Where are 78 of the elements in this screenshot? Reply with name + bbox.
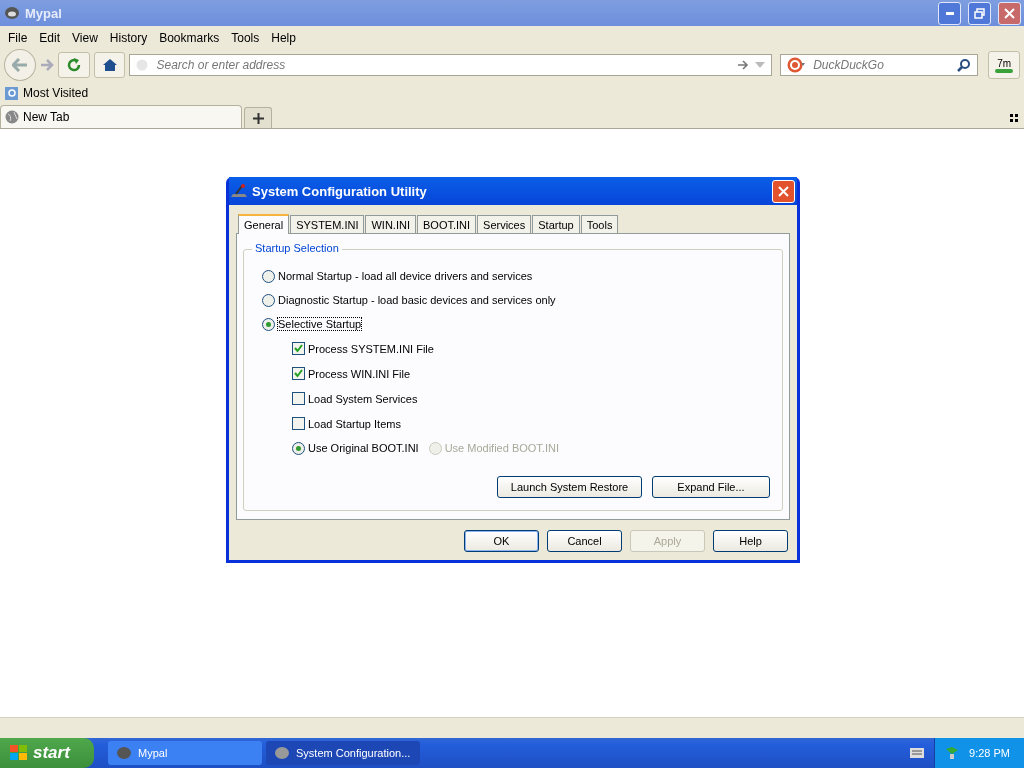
home-icon xyxy=(101,58,118,72)
bookmark-folder-icon xyxy=(4,85,19,101)
option-label: Selective Startup xyxy=(278,318,362,330)
tab-list-icon[interactable] xyxy=(1010,114,1018,122)
menu-item[interactable]: File xyxy=(2,31,34,45)
new-tab-button[interactable] xyxy=(244,107,272,128)
radio-button[interactable] xyxy=(262,293,275,307)
restore-button[interactable] xyxy=(968,1,991,25)
menu-item[interactable]: Tools xyxy=(225,31,266,45)
app-icon xyxy=(116,746,132,760)
reload-icon xyxy=(66,58,81,72)
restore-icon xyxy=(974,7,985,19)
menu-item[interactable]: Edit xyxy=(33,31,67,45)
action-button[interactable]: Expand File... xyxy=(652,476,770,498)
search-field[interactable]: DuckDuckGo xyxy=(780,54,979,76)
close-icon xyxy=(778,185,789,197)
address-field[interactable]: Search or enter address xyxy=(129,54,773,76)
menu-item[interactable]: View xyxy=(66,31,104,45)
search-icon[interactable] xyxy=(957,58,972,72)
option-label: Process SYSTEM.INI File xyxy=(308,342,434,355)
progress-bar-icon xyxy=(995,68,1014,73)
close-icon xyxy=(1004,7,1015,19)
option-label: Use Original BOOT.INI xyxy=(308,442,419,454)
checkbox[interactable] xyxy=(292,367,305,380)
app-icon xyxy=(274,746,290,760)
globe-icon xyxy=(136,59,149,71)
dialog-title: System Configuration Utility xyxy=(252,183,428,199)
checkbox[interactable] xyxy=(292,392,305,405)
option-label: Load System Services xyxy=(308,392,418,405)
dialog-button[interactable]: Cancel xyxy=(547,530,622,552)
clock: 9:28 PM xyxy=(969,747,1010,759)
checkbox[interactable] xyxy=(292,417,305,430)
option-label: Normal Startup - load all device drivers and services xyxy=(278,270,533,282)
checkbox[interactable] xyxy=(292,342,305,355)
addon-button[interactable]: 7m xyxy=(988,51,1020,79)
dialog-button[interactable]: Help xyxy=(713,530,788,552)
option-label: Process WIN.INI File xyxy=(308,367,411,380)
back-arrow-icon xyxy=(11,58,28,72)
action-button[interactable]: Launch System Restore xyxy=(497,476,642,498)
search-input[interactable]: DuckDuckGo xyxy=(811,57,952,73)
windows-logo-icon xyxy=(10,745,28,761)
window-title: Mypal xyxy=(25,5,63,21)
search-engine-icon[interactable] xyxy=(787,57,806,73)
go-arrow-icon[interactable] xyxy=(737,60,750,70)
address-input[interactable]: Search or enter address xyxy=(154,57,732,73)
reload-button[interactable] xyxy=(57,52,90,78)
menu-item[interactable]: Bookmarks xyxy=(153,31,226,45)
option-label: Use Modified BOOT.INI xyxy=(444,442,559,454)
minimize-button[interactable] xyxy=(938,1,961,25)
keyboard-icon[interactable] xyxy=(910,748,925,758)
option-label: Diagnostic Startup - load basic devices and services only xyxy=(278,294,556,306)
dialog-tab[interactable]: WIN.INI xyxy=(365,215,416,233)
menu-item[interactable]: Help xyxy=(265,31,302,45)
close-button[interactable] xyxy=(998,1,1021,25)
settings-icon xyxy=(230,183,248,199)
dialog-button[interactable]: OK xyxy=(464,530,539,552)
addon-label: 7m xyxy=(997,57,1012,69)
taskbar-button[interactable]: Mypal xyxy=(108,741,262,765)
menu-item[interactable]: History xyxy=(103,31,154,45)
option-label: Load Startup Items xyxy=(308,417,401,430)
dialog-tab[interactable]: BOOT.INI xyxy=(417,215,477,233)
dialog-tab[interactable]: SYSTEM.INI xyxy=(290,215,365,233)
dialog-tab[interactable]: Startup xyxy=(532,215,580,233)
dialog-tab[interactable]: Services xyxy=(477,215,532,233)
radio-button[interactable] xyxy=(262,317,275,331)
browser-tab[interactable]: New Tab xyxy=(0,105,242,128)
home-button[interactable] xyxy=(93,52,126,78)
globe-icon xyxy=(5,110,19,124)
app-icon xyxy=(4,6,20,20)
minimize-icon xyxy=(945,11,954,15)
taskbar-button[interactable]: System Configuration... xyxy=(266,741,420,765)
group-title: Startup Selection xyxy=(252,242,342,254)
dialog-tab[interactable]: Tools xyxy=(580,215,619,233)
bookmark-item[interactable]: Most Visited xyxy=(23,86,89,100)
radio-button[interactable] xyxy=(292,441,305,455)
radio-button[interactable] xyxy=(262,269,275,283)
dialog-tab[interactable]: General xyxy=(238,214,290,234)
plus-icon xyxy=(252,112,264,124)
